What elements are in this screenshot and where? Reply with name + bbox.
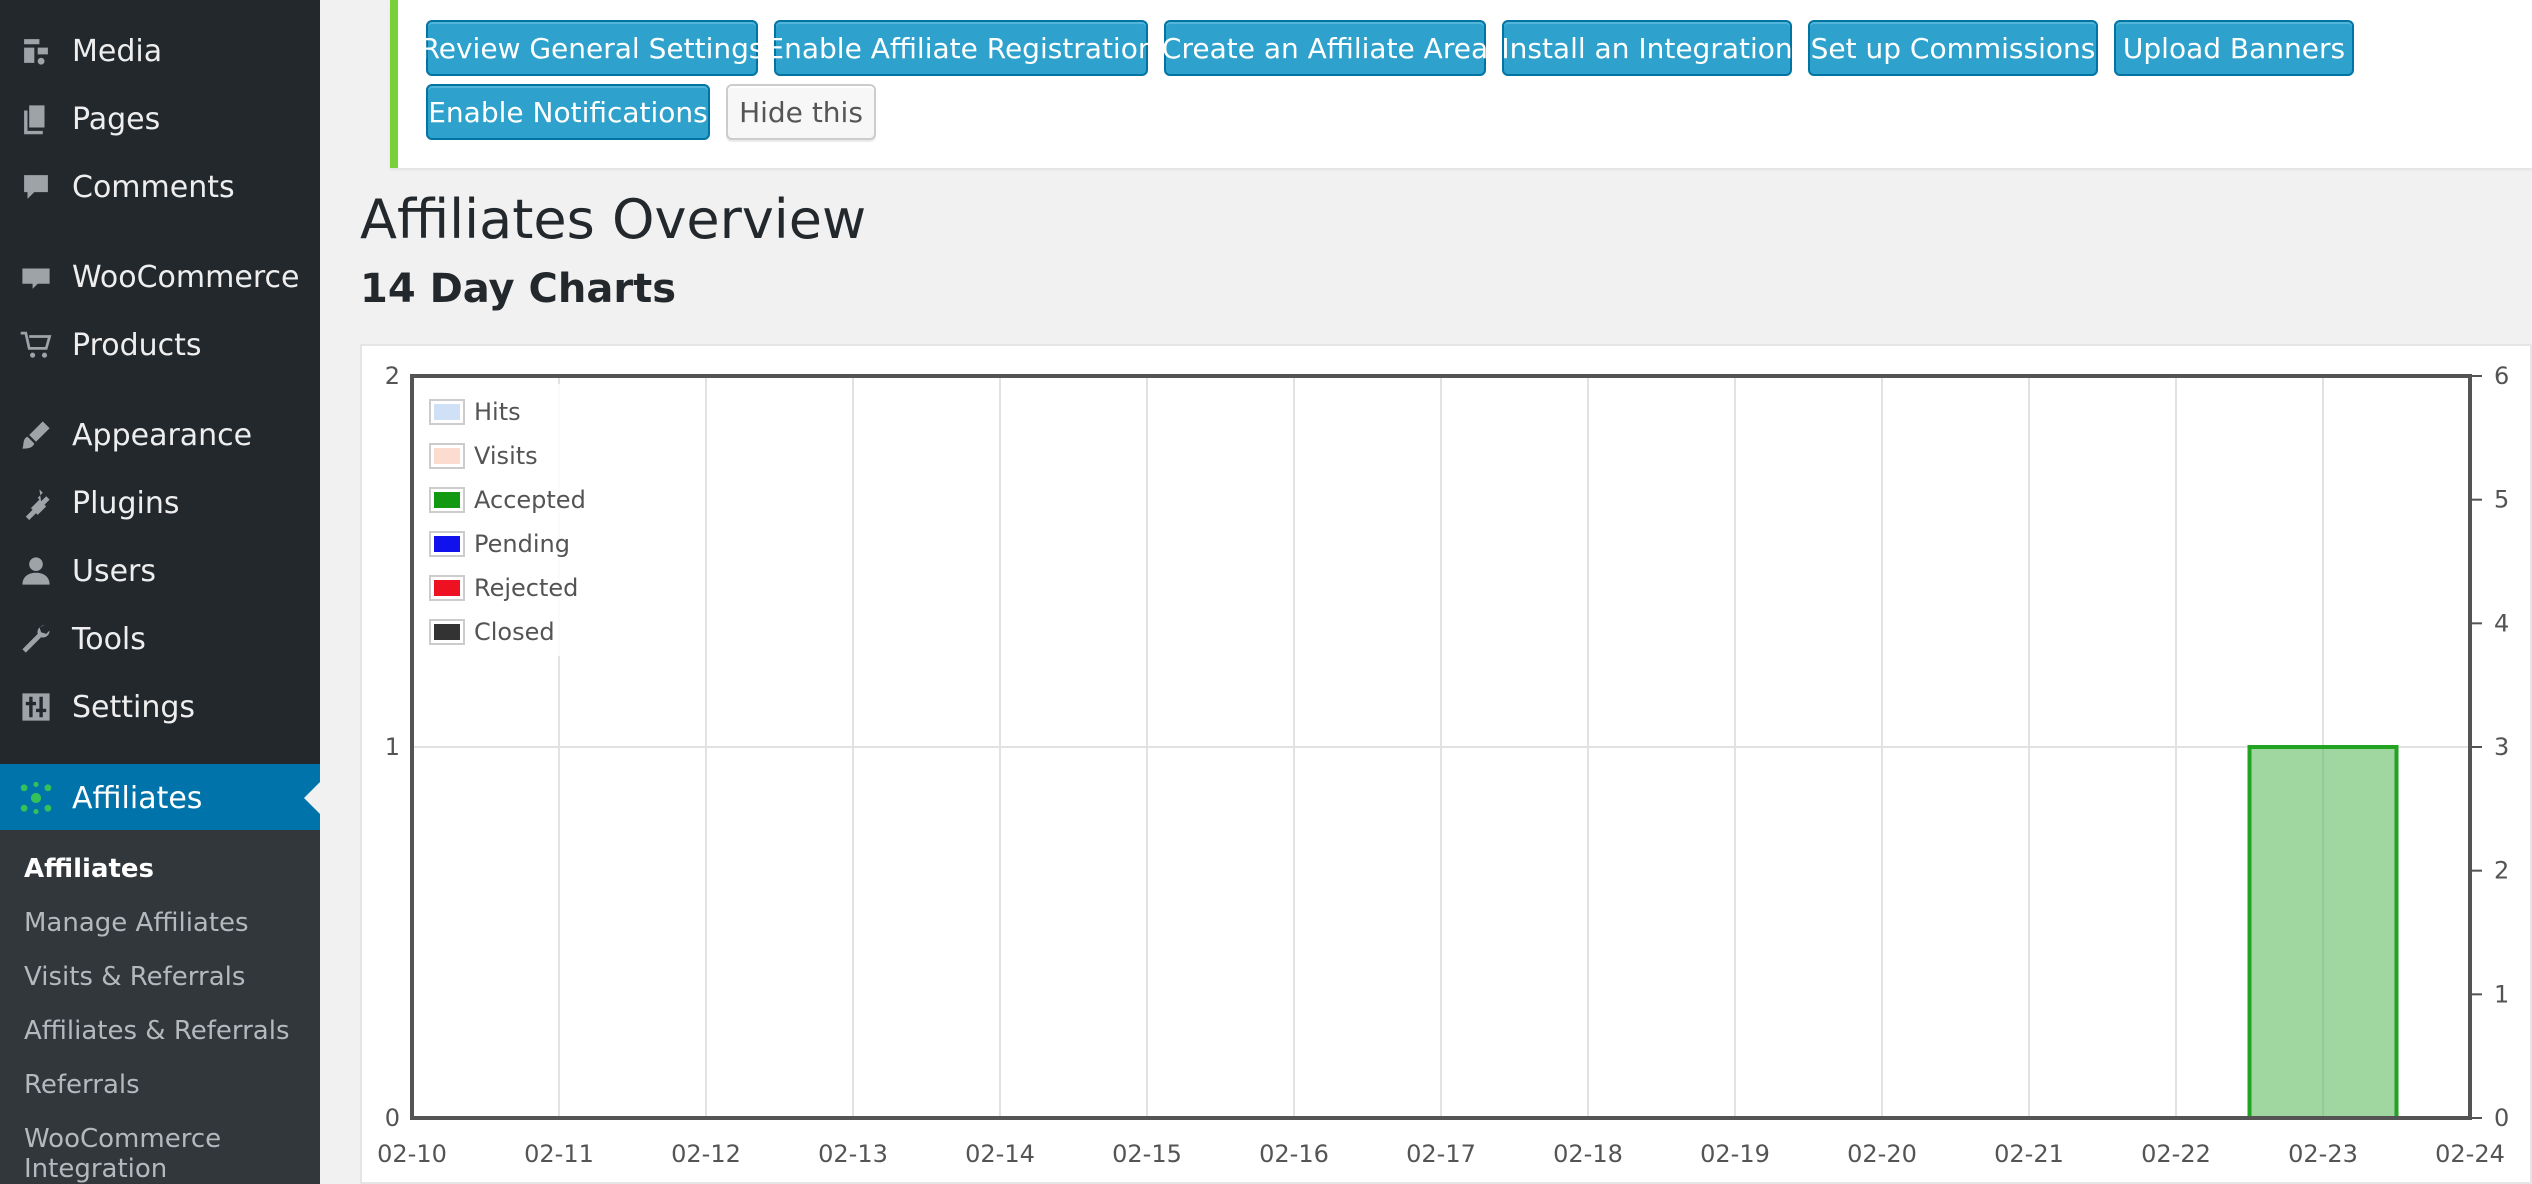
x-tick-label: 02-19 bbox=[1700, 1140, 1770, 1168]
x-tick-label: 02-22 bbox=[2141, 1140, 2211, 1168]
x-tick-label: 02-23 bbox=[2288, 1140, 2358, 1168]
legend-swatch-closed bbox=[434, 624, 460, 640]
legend-swatch-accepted bbox=[434, 492, 460, 508]
left-tick-label: 1 bbox=[385, 733, 400, 761]
legend-swatch-rejected bbox=[434, 580, 460, 596]
legend-swatch-pending bbox=[434, 536, 460, 552]
legend-swatch-hits bbox=[434, 404, 460, 420]
left-tick-label: 2 bbox=[385, 362, 400, 390]
right-tick-label: 6 bbox=[2494, 362, 2509, 390]
x-tick-label: 02-14 bbox=[965, 1140, 1035, 1168]
right-tick-label: 3 bbox=[2494, 733, 2509, 761]
right-tick-label: 0 bbox=[2494, 1104, 2509, 1132]
x-tick-label: 02-21 bbox=[1994, 1140, 2064, 1168]
legend-label: Visits bbox=[474, 442, 538, 470]
legend-label: Closed bbox=[474, 618, 555, 646]
right-tick-label: 2 bbox=[2494, 857, 2509, 885]
x-tick-label: 02-11 bbox=[524, 1140, 594, 1168]
right-tick-label: 1 bbox=[2494, 980, 2509, 1008]
x-tick-label: 02-24 bbox=[2435, 1140, 2505, 1168]
x-tick-label: 02-16 bbox=[1259, 1140, 1329, 1168]
right-tick-label: 4 bbox=[2494, 609, 2509, 637]
right-tick-label: 5 bbox=[2494, 486, 2509, 514]
x-tick-label: 02-17 bbox=[1406, 1140, 1476, 1168]
legend-swatch-visits bbox=[434, 448, 460, 464]
x-tick-label: 02-18 bbox=[1553, 1140, 1623, 1168]
x-tick-label: 02-13 bbox=[818, 1140, 888, 1168]
affiliate-chart: 02-10 02-11 02-12 02-13 02-14 02-15 02-16 02-17… bbox=[377, 362, 2509, 1168]
x-tick-label: 02-15 bbox=[1112, 1140, 1182, 1168]
x-tick-label: 02-20 bbox=[1847, 1140, 1917, 1168]
legend-label: Rejected bbox=[474, 574, 578, 602]
x-tick-label: 02-12 bbox=[671, 1140, 741, 1168]
left-tick-label: 0 bbox=[385, 1104, 400, 1132]
x-tick-label: 02-10 bbox=[377, 1140, 447, 1168]
legend-label: Pending bbox=[474, 530, 570, 558]
legend-label: Hits bbox=[474, 398, 521, 426]
legend-label: Accepted bbox=[474, 486, 586, 514]
